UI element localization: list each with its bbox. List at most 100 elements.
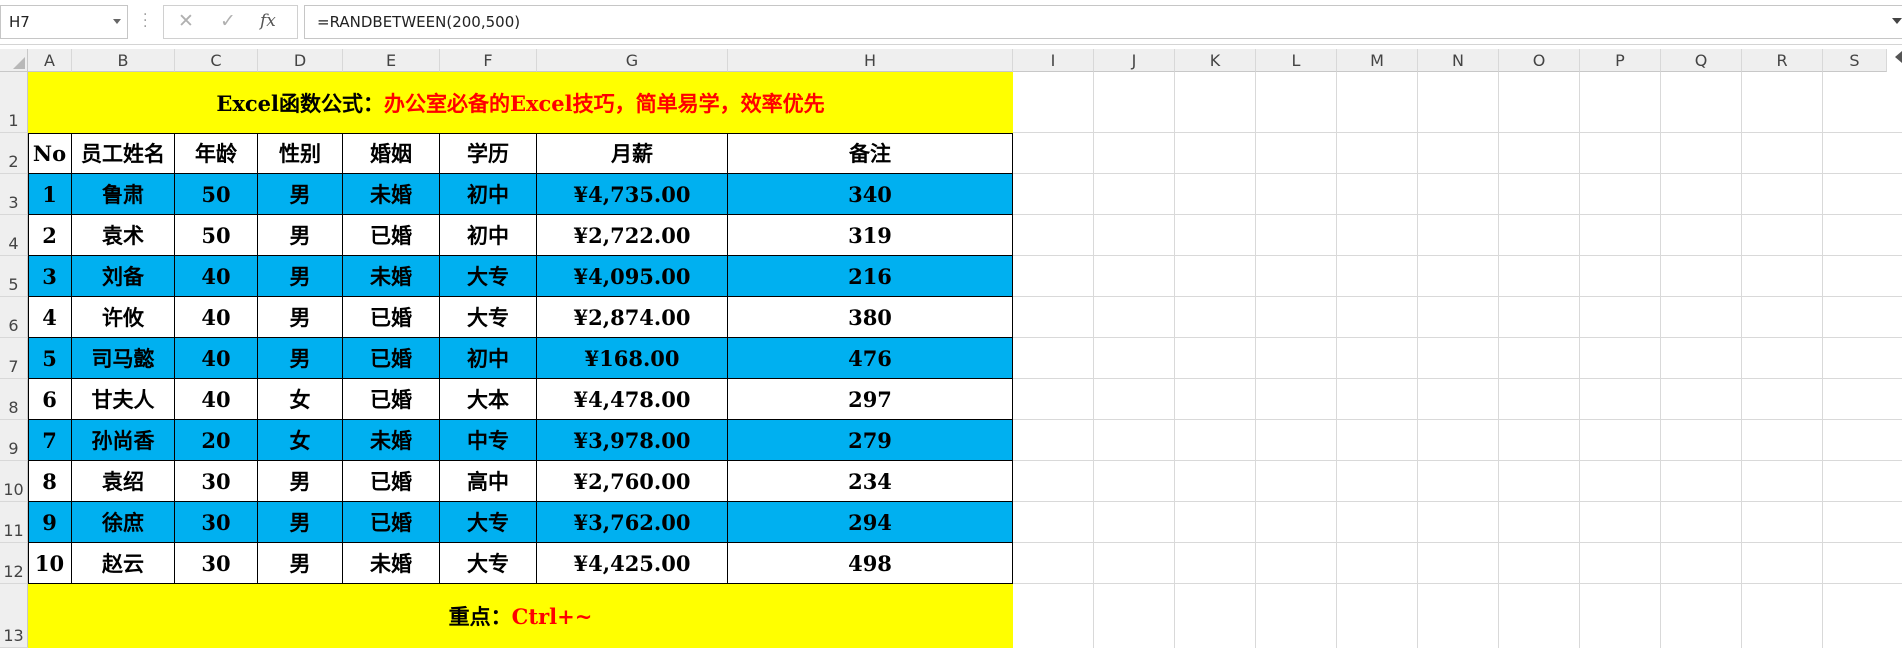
- enter-icon[interactable]: ✓: [220, 10, 236, 32]
- header-cell-education[interactable]: 学历: [440, 133, 537, 174]
- cell-education[interactable]: 大专: [440, 297, 537, 338]
- cell-gender[interactable]: 男: [258, 256, 343, 297]
- cell-gender[interactable]: 男: [258, 502, 343, 543]
- cell-education[interactable]: 初中: [440, 215, 537, 256]
- cell-marital[interactable]: 已婚: [343, 379, 440, 420]
- cell-gender[interactable]: 男: [258, 338, 343, 379]
- cell-no[interactable]: 1: [28, 174, 72, 215]
- row-header-1[interactable]: 1: [0, 72, 28, 133]
- column-header-p[interactable]: P: [1580, 49, 1661, 72]
- cell-education[interactable]: 中专: [440, 420, 537, 461]
- cell-marital[interactable]: 已婚: [343, 338, 440, 379]
- formula-input[interactable]: =RANDBETWEEN(200,500): [304, 5, 1902, 39]
- row-header-5[interactable]: 5: [0, 256, 28, 297]
- cell-note[interactable]: 294: [728, 502, 1013, 543]
- cell-salary[interactable]: ¥2,760.00: [537, 461, 728, 502]
- cell-no[interactable]: 6: [28, 379, 72, 420]
- cell-gender[interactable]: 男: [258, 543, 343, 584]
- cell-gender[interactable]: 女: [258, 379, 343, 420]
- cell-age[interactable]: 40: [175, 256, 258, 297]
- row-header-13[interactable]: 13: [0, 584, 28, 648]
- cell-no[interactable]: 3: [28, 256, 72, 297]
- cell-note[interactable]: 319: [728, 215, 1013, 256]
- column-header-e[interactable]: E: [343, 49, 440, 72]
- cell-salary[interactable]: ¥4,095.00: [537, 256, 728, 297]
- cell-salary[interactable]: ¥168.00: [537, 338, 728, 379]
- row-header-8[interactable]: 8: [0, 379, 28, 420]
- column-header-k[interactable]: K: [1175, 49, 1256, 72]
- cell-age[interactable]: 30: [175, 502, 258, 543]
- cell-name[interactable]: 许攸: [72, 297, 175, 338]
- cell-note[interactable]: 340: [728, 174, 1013, 215]
- cell-age[interactable]: 20: [175, 420, 258, 461]
- cell-education[interactable]: 大专: [440, 502, 537, 543]
- scroll-right-icon[interactable]: [1895, 51, 1902, 63]
- column-header-q[interactable]: Q: [1661, 49, 1742, 72]
- cell-salary[interactable]: ¥2,722.00: [537, 215, 728, 256]
- column-header-b[interactable]: B: [72, 49, 175, 72]
- expand-formula-icon[interactable]: [1892, 18, 1902, 24]
- column-header-s[interactable]: S: [1823, 49, 1887, 72]
- cell-name[interactable]: 袁术: [72, 215, 175, 256]
- cell-no[interactable]: 4: [28, 297, 72, 338]
- row-header-11[interactable]: 11: [0, 502, 28, 543]
- column-header-m[interactable]: M: [1337, 49, 1418, 72]
- column-header-g[interactable]: G: [537, 49, 728, 72]
- cell-name[interactable]: 鲁肃: [72, 174, 175, 215]
- cell-education[interactable]: 大本: [440, 379, 537, 420]
- column-header-c[interactable]: C: [175, 49, 258, 72]
- cell-education[interactable]: 初中: [440, 174, 537, 215]
- header-cell-note[interactable]: 备注: [728, 133, 1013, 174]
- cell-note[interactable]: 279: [728, 420, 1013, 461]
- cell-salary[interactable]: ¥4,735.00: [537, 174, 728, 215]
- cell-marital[interactable]: 未婚: [343, 256, 440, 297]
- column-header-l[interactable]: L: [1256, 49, 1337, 72]
- cell-no[interactable]: 8: [28, 461, 72, 502]
- footer-banner[interactable]: 重点： Ctrl+~: [28, 584, 1013, 648]
- column-header-d[interactable]: D: [258, 49, 343, 72]
- cell-age[interactable]: 30: [175, 461, 258, 502]
- row-header-7[interactable]: 7: [0, 338, 28, 379]
- cell-age[interactable]: 30: [175, 543, 258, 584]
- row-header-4[interactable]: 4: [0, 215, 28, 256]
- row-header-6[interactable]: 6: [0, 297, 28, 338]
- cell-name[interactable]: 司马懿: [72, 338, 175, 379]
- cell-salary[interactable]: ¥3,978.00: [537, 420, 728, 461]
- column-header-n[interactable]: N: [1418, 49, 1499, 72]
- cell-age[interactable]: 50: [175, 174, 258, 215]
- row-header-10[interactable]: 10: [0, 461, 28, 502]
- column-header-h[interactable]: H: [728, 49, 1013, 72]
- row-header-12[interactable]: 12: [0, 543, 28, 584]
- header-cell-salary[interactable]: 月薪: [537, 133, 728, 174]
- cell-note[interactable]: 380: [728, 297, 1013, 338]
- row-header-3[interactable]: 3: [0, 174, 28, 215]
- row-header-2[interactable]: 2: [0, 133, 28, 174]
- column-header-i[interactable]: I: [1013, 49, 1094, 72]
- header-cell-marital[interactable]: 婚姻: [343, 133, 440, 174]
- chevron-down-icon[interactable]: [113, 19, 121, 24]
- column-header-j[interactable]: J: [1094, 49, 1175, 72]
- header-cell-gender[interactable]: 性别: [258, 133, 343, 174]
- cell-gender[interactable]: 男: [258, 297, 343, 338]
- cell-name[interactable]: 刘备: [72, 256, 175, 297]
- column-header-f[interactable]: F: [440, 49, 537, 72]
- cell-age[interactable]: 40: [175, 297, 258, 338]
- cell-gender[interactable]: 女: [258, 420, 343, 461]
- cell-gender[interactable]: 男: [258, 174, 343, 215]
- cell-name[interactable]: 赵云: [72, 543, 175, 584]
- cell-marital[interactable]: 未婚: [343, 420, 440, 461]
- cell-age[interactable]: 50: [175, 215, 258, 256]
- column-header-o[interactable]: O: [1499, 49, 1580, 72]
- cell-marital[interactable]: 已婚: [343, 215, 440, 256]
- cell-salary[interactable]: ¥4,478.00: [537, 379, 728, 420]
- cell-no[interactable]: 2: [28, 215, 72, 256]
- select-all-button[interactable]: [0, 49, 28, 72]
- cell-no[interactable]: 7: [28, 420, 72, 461]
- header-cell-no[interactable]: No: [28, 133, 72, 174]
- cell-marital[interactable]: 已婚: [343, 297, 440, 338]
- cell-education[interactable]: 大专: [440, 256, 537, 297]
- cell-age[interactable]: 40: [175, 379, 258, 420]
- cell-name[interactable]: 甘夫人: [72, 379, 175, 420]
- cell-salary[interactable]: ¥2,874.00: [537, 297, 728, 338]
- cell-salary[interactable]: ¥4,425.00: [537, 543, 728, 584]
